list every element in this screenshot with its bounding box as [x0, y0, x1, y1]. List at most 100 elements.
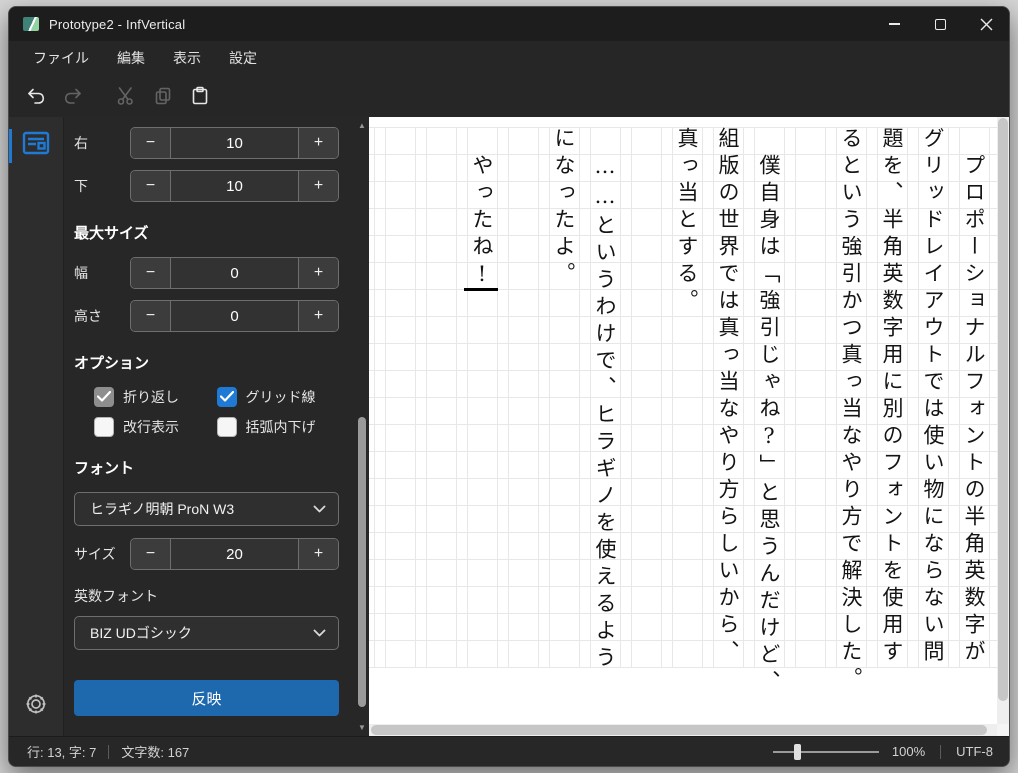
font-size-value[interactable]: 20: [171, 539, 298, 569]
paste-button[interactable]: [187, 83, 213, 109]
margin-right-value[interactable]: 10: [171, 128, 298, 158]
margin-bottom-value[interactable]: 10: [171, 171, 298, 201]
margin-right-label: 右: [74, 135, 88, 151]
text-column: 組版の世界では真っ当なやり方らしいから、: [716, 127, 740, 667]
max-size-heading: 最大サイズ: [74, 225, 149, 242]
options-heading: オプション: [74, 355, 150, 372]
gear-icon: [26, 694, 46, 714]
copy-button[interactable]: [150, 83, 176, 109]
minimize-button[interactable]: [871, 7, 917, 41]
scrollbar-corner: [997, 724, 1009, 736]
cursor-position: 行: 13, 字: 7: [27, 745, 97, 760]
scroll-up-arrow-icon[interactable]: ▲: [355, 121, 369, 130]
panel-scrollbar[interactable]: ▲ ▼: [355, 117, 369, 736]
margin-bottom-row: 下 − 10 +: [72, 170, 339, 202]
decrement-button[interactable]: −: [131, 301, 171, 331]
char-count: 文字数: 167: [121, 745, 190, 760]
encoding: UTF-8: [956, 744, 993, 759]
checkbox-unchecked-icon: [94, 417, 114, 437]
text-caret: [464, 288, 498, 291]
checkbox-checked-disabled-icon: [94, 387, 114, 407]
max-height-row: 高さ − 0 +: [72, 300, 339, 332]
app-window: Prototype2 - InfVertical ファイル 編集 表示 設定 右…: [8, 6, 1010, 767]
zoom-slider-thumb[interactable]: [793, 743, 801, 760]
document-canvas[interactable]: プロポーショナルフォントの半角英数字が グリッドレイアウトでは使い物にならない問…: [369, 117, 1009, 736]
maximize-button[interactable]: [917, 7, 963, 41]
bracket-indent-checkbox[interactable]: 括弧内下げ: [216, 417, 340, 437]
menu-edit[interactable]: 編集: [103, 42, 159, 74]
font-family-select[interactable]: ヒラギノ明朝 ProN W3: [74, 492, 339, 526]
max-width-value[interactable]: 0: [171, 258, 298, 288]
max-width-stepper: − 0 +: [130, 257, 339, 289]
max-height-label: 高さ: [74, 308, 102, 324]
wrap-checkbox[interactable]: 折り返し: [94, 387, 217, 407]
zoom-slider[interactable]: [772, 743, 879, 760]
settings-gear-button[interactable]: [23, 691, 49, 722]
menu-file[interactable]: ファイル: [19, 42, 103, 74]
menu-settings[interactable]: 設定: [215, 42, 271, 74]
chevron-down-icon: [313, 629, 326, 637]
title-bar[interactable]: Prototype2 - InfVertical: [9, 7, 1009, 41]
cut-icon: [117, 87, 133, 105]
latin-font-select[interactable]: BIZ UDゴシック: [74, 616, 339, 650]
window-title: Prototype2 - InfVertical: [49, 16, 186, 32]
canvas-vertical-scrollbar[interactable]: [997, 117, 1009, 724]
margin-right-stepper: − 10 +: [130, 127, 339, 159]
decrement-button[interactable]: −: [131, 128, 171, 158]
text-column: 僕自身は「強引じゃね?」と思うんだけど、: [757, 154, 781, 697]
gridline-checkbox[interactable]: グリッド線: [216, 387, 340, 407]
text-column: プロポーショナルフォントの半角英数字が: [962, 154, 986, 667]
app-icon: [23, 17, 39, 31]
latin-font-value: BIZ UDゴシック: [90, 625, 192, 641]
max-height-value[interactable]: 0: [171, 301, 298, 331]
close-icon: [980, 18, 992, 30]
apply-button[interactable]: 反映: [74, 680, 339, 716]
text-column: になったよ。: [552, 127, 576, 289]
canvas-horizontal-scrollbar[interactable]: [369, 724, 997, 736]
wrap-label: 折り返し: [123, 389, 179, 405]
text-column: 題を、半角英数字用に別のフォントを使用す: [880, 127, 904, 667]
increment-button[interactable]: +: [298, 301, 338, 331]
status-bar: 行: 13, 字: 7 文字数: 167 100% UTF-8: [9, 736, 1009, 766]
gridline-label: グリッド線: [245, 389, 316, 405]
close-button[interactable]: [963, 7, 1009, 41]
decrement-button[interactable]: −: [131, 258, 171, 288]
undo-icon: [28, 88, 45, 104]
canvas-hscroll-thumb[interactable]: [371, 725, 987, 735]
increment-button[interactable]: +: [298, 258, 338, 288]
max-width-row: 幅 − 0 +: [72, 257, 339, 289]
increment-button[interactable]: +: [298, 128, 338, 158]
canvas-vscroll-thumb[interactable]: [998, 118, 1008, 701]
chevron-down-icon: [313, 505, 326, 513]
layout-tool-icon: [22, 131, 50, 155]
menu-view[interactable]: 表示: [159, 42, 215, 74]
checkbox-unchecked-icon: [216, 417, 237, 437]
font-size-row: サイズ − 20 +: [72, 538, 339, 570]
text-column: やったね!: [470, 154, 494, 292]
redo-button[interactable]: [60, 83, 86, 109]
cut-button[interactable]: [113, 83, 139, 109]
separator: [940, 744, 942, 759]
font-size-label: サイズ: [74, 546, 116, 562]
linebreak-checkbox[interactable]: 改行表示: [94, 417, 217, 437]
font-heading: フォント: [74, 460, 135, 477]
caption-buttons: [871, 7, 1009, 41]
increment-button[interactable]: +: [298, 171, 338, 201]
scroll-down-arrow-icon[interactable]: ▼: [355, 723, 369, 732]
increment-button[interactable]: +: [298, 539, 338, 569]
maximize-icon: [934, 18, 946, 30]
options-row-2: 改行表示 括弧内下げ: [94, 417, 339, 437]
undo-button[interactable]: [23, 83, 49, 109]
redo-icon: [64, 88, 81, 104]
layout-tool-button[interactable]: [22, 131, 50, 160]
menu-bar: ファイル 編集 表示 設定: [9, 41, 1009, 75]
zoom-slider-track[interactable]: [772, 750, 879, 753]
decrement-button[interactable]: −: [131, 539, 171, 569]
statusbar-right: 100% UTF-8: [772, 743, 993, 760]
separator: [108, 744, 110, 759]
decrement-button[interactable]: −: [131, 171, 171, 201]
margin-bottom-label: 下: [74, 178, 88, 194]
panel-scrollbar-thumb[interactable]: [358, 417, 366, 707]
text-column: るという強引かつ真っ当なやり方で解決した。: [839, 127, 863, 694]
text-column: 真っ当とする。: [675, 127, 699, 316]
